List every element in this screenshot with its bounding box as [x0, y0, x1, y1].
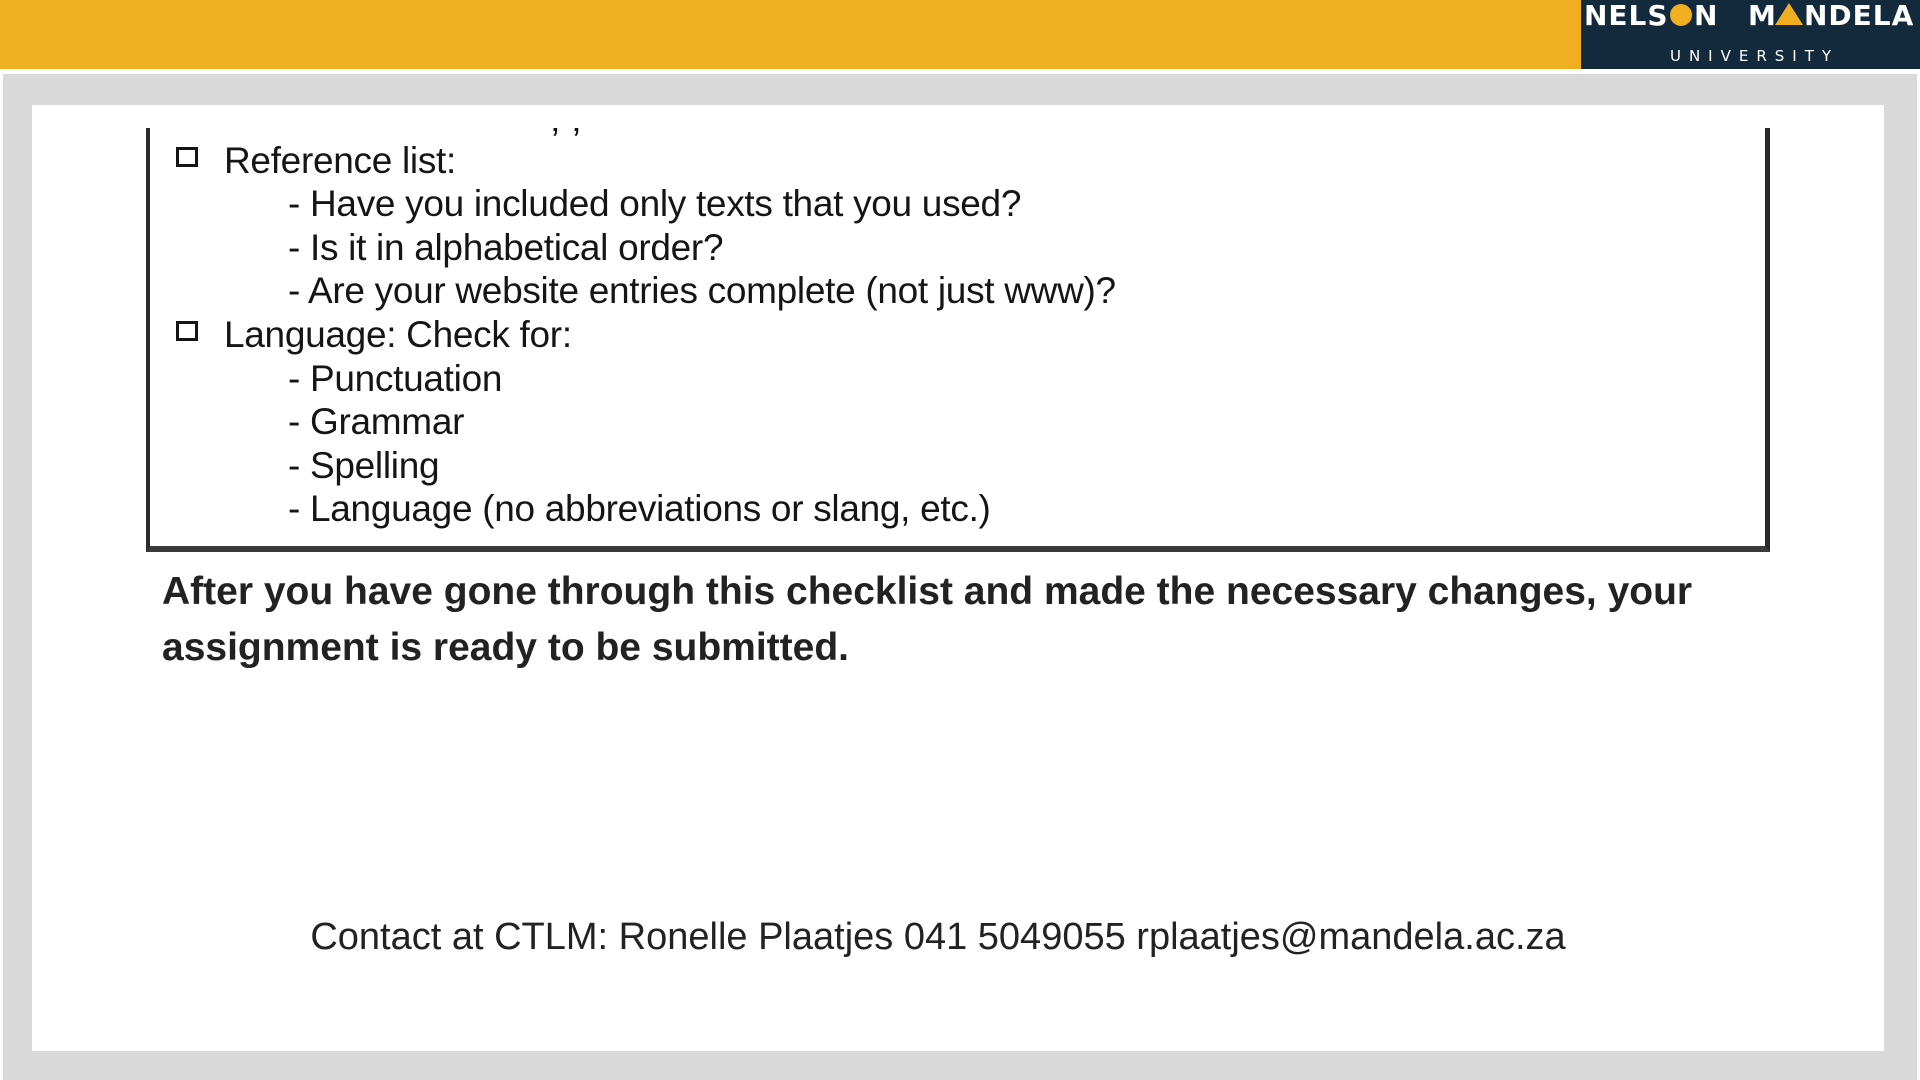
svg-text:NELS: NELS — [1584, 0, 1669, 32]
university-logo: NELS N M NDELA UNIVERSITY — [1581, 0, 1920, 69]
checklist-subitem: - Have you included only texts that you … — [288, 183, 1022, 224]
checkbox-icon — [176, 321, 198, 341]
checklist-subitem: - Grammar — [288, 401, 465, 442]
contact-line: Contact at CTLM: Ronelle Plaatjes 041 50… — [310, 916, 1566, 958]
checkbox-icon — [176, 147, 198, 167]
checklist-subitem: - Is it in alphabetical order? — [288, 227, 724, 268]
cut-off-text: , , — [550, 128, 582, 141]
checklist-item-language: Language: Check for: — [224, 314, 572, 355]
logo-subtitle: UNIVERSITY — [1669, 47, 1840, 65]
closing-paragraph: After you have gone through this checkli… — [162, 570, 1693, 669]
checklist-image: , , Reference list: - Have you included … — [146, 128, 1770, 552]
checklist-subitem: - Punctuation — [288, 358, 503, 399]
svg-text:NDELA: NDELA — [1804, 0, 1914, 32]
checklist-item-reference-list: Reference list: — [224, 140, 456, 181]
logo-wordmark: NELS N M NDELA — [1584, 0, 1914, 32]
svg-text:M: M — [1748, 0, 1776, 32]
svg-text:N: N — [1694, 0, 1717, 32]
checklist-subitem: - Language (no abbreviations or slang, e… — [288, 488, 991, 529]
checklist-subitem: - Spelling — [288, 445, 440, 486]
checklist-subitem: - Are your website entries complete (not… — [288, 270, 1116, 311]
